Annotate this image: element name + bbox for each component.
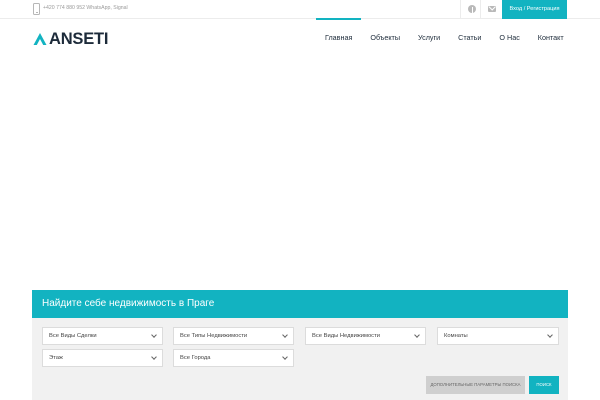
mail-icon bbox=[488, 6, 496, 12]
phone-number[interactable]: +420 774 880 952 WhatsApp, Signal bbox=[43, 5, 128, 11]
top-bar: +420 774 880 952 WhatsApp, Signal Вход /… bbox=[0, 0, 600, 19]
floor-select[interactable]: Этаж bbox=[42, 349, 163, 367]
logo-text: ANSETI bbox=[49, 29, 109, 48]
chevron-down-icon bbox=[414, 332, 420, 338]
property-kind-select[interactable]: Все Виды Недвижимости bbox=[305, 327, 426, 345]
search-panel: Найдите себе недвижимость в Праге Все Ви… bbox=[32, 290, 568, 400]
select-value: Все Виды Сделки bbox=[49, 333, 97, 339]
nav-item-home[interactable]: Главная bbox=[316, 18, 362, 58]
nav-item-articles[interactable]: Статьи bbox=[449, 18, 490, 58]
hero-area bbox=[0, 58, 600, 290]
select-value: Этаж bbox=[49, 355, 63, 361]
city-select[interactable]: Все Города bbox=[173, 349, 294, 367]
select-value: Все Города bbox=[180, 355, 211, 361]
login-register-button[interactable]: Вход / Регистрация bbox=[502, 0, 567, 19]
logo-mark-icon bbox=[33, 33, 47, 45]
chevron-down-icon bbox=[151, 354, 157, 360]
select-value: Все Типы Недвижимости bbox=[180, 333, 248, 339]
main-nav: Главная Объекты Услуги Статьи О Нас Конт… bbox=[316, 18, 573, 58]
facebook-icon bbox=[468, 5, 476, 13]
chevron-down-icon bbox=[151, 332, 157, 338]
property-type-select[interactable]: Все Типы Недвижимости bbox=[173, 327, 294, 345]
deal-type-select[interactable]: Все Виды Сделки bbox=[42, 327, 163, 345]
nav-item-services[interactable]: Услуги bbox=[409, 18, 449, 58]
nav-item-contact[interactable]: Контакт bbox=[529, 18, 573, 58]
phone-icon bbox=[33, 3, 40, 15]
search-button[interactable]: ПОИСК bbox=[529, 376, 559, 394]
select-value: Комнаты bbox=[444, 333, 468, 339]
rooms-select[interactable]: Комнаты bbox=[437, 327, 559, 345]
search-title: Найдите себе недвижимость в Праге bbox=[32, 290, 568, 318]
advanced-search-button[interactable]: ДОПОЛНИТЕЛЬНЫЕ ПАРАМЕТРЫ ПОИСКА bbox=[426, 376, 525, 394]
chevron-down-icon bbox=[282, 332, 288, 338]
mail-link[interactable] bbox=[480, 0, 502, 19]
facebook-link[interactable] bbox=[460, 0, 482, 19]
logo[interactable]: ANSETI bbox=[33, 29, 109, 48]
chevron-down-icon bbox=[282, 354, 288, 360]
select-value: Все Виды Недвижимости bbox=[312, 333, 380, 339]
nav-item-about[interactable]: О Нас bbox=[490, 18, 528, 58]
chevron-down-icon bbox=[547, 332, 553, 338]
nav-item-objects[interactable]: Объекты bbox=[361, 18, 409, 58]
